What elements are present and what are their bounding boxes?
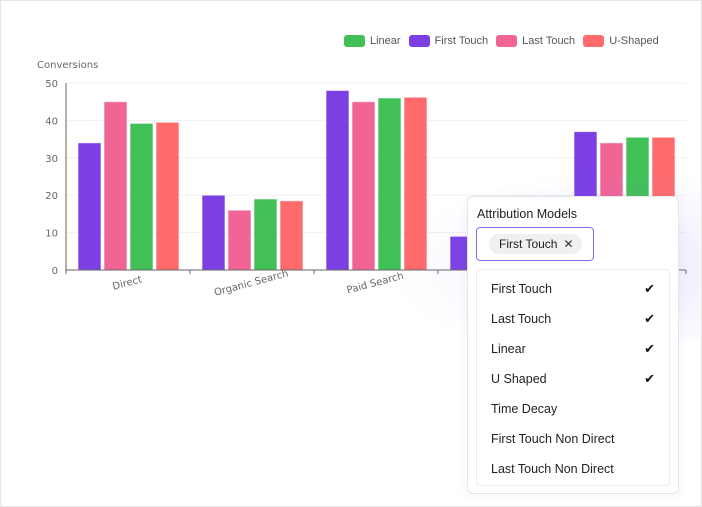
bar-last-touch-1[interactable]	[227, 209, 252, 271]
bar-last-touch-0[interactable]	[103, 101, 128, 271]
option-label: U Shaped	[491, 372, 547, 386]
y-tick-label: 20	[45, 191, 58, 202]
panel-title: Attribution Models	[477, 207, 578, 221]
selected-pill-first-touch: First Touch ✕	[489, 234, 582, 254]
bar-first-touch-0[interactable]	[77, 142, 102, 271]
bar-linear-1[interactable]	[253, 198, 278, 271]
attribution-model-select[interactable]: First Touch ✕	[476, 227, 594, 261]
x-tick-label: Paid Search	[346, 271, 405, 297]
bar-first-touch-2[interactable]	[325, 89, 350, 271]
option-time-decay[interactable]: Time Decay	[477, 394, 669, 424]
option-label: Last Touch	[491, 312, 552, 326]
x-tick-label: Organic Search	[213, 268, 290, 298]
check-icon: ✔	[644, 311, 655, 326]
check-icon: ✔	[644, 371, 655, 386]
bar-u-shaped-0[interactable]	[155, 121, 180, 271]
bar-last-touch-2[interactable]	[351, 101, 376, 271]
y-tick-label: 10	[45, 229, 58, 240]
bar-linear-2[interactable]	[377, 97, 402, 271]
y-tick-label: 40	[45, 116, 58, 127]
y-tick-label: 0	[52, 266, 58, 277]
option-label: Linear	[491, 342, 526, 356]
bar-u-shaped-2[interactable]	[403, 96, 428, 271]
option-label: Last Touch Non Direct	[491, 462, 614, 476]
y-tick-label: 50	[45, 79, 58, 90]
option-u-shaped[interactable]: U Shaped ✔	[477, 364, 669, 394]
option-last-touch[interactable]: Last Touch ✔	[477, 304, 669, 334]
options-list: First Touch ✔ Last Touch ✔ Linear ✔ U Sh…	[476, 269, 670, 486]
check-icon: ✔	[644, 341, 655, 356]
pill-label: First Touch	[499, 237, 558, 251]
bar-linear-0[interactable]	[129, 122, 154, 271]
y-tick-label: 30	[45, 154, 58, 165]
close-icon[interactable]: ✕	[563, 237, 573, 251]
option-last-touch-non-direct[interactable]: Last Touch Non Direct	[477, 454, 669, 484]
bar-u-shaped-1[interactable]	[279, 200, 304, 271]
option-label: Time Decay	[491, 402, 558, 416]
attribution-models-panel: Attribution Models First Touch ✕ First T…	[467, 196, 679, 494]
check-icon: ✔	[644, 281, 655, 296]
bar-first-touch-1[interactable]	[201, 194, 226, 271]
option-first-touch[interactable]: First Touch ✔	[477, 274, 669, 304]
y-axis-title: Conversions	[37, 60, 98, 71]
option-label: First Touch Non Direct	[491, 432, 615, 446]
x-tick-label: Direct	[111, 274, 143, 292]
option-label: First Touch	[491, 282, 552, 296]
option-linear[interactable]: Linear ✔	[477, 334, 669, 364]
option-first-touch-non-direct[interactable]: First Touch Non Direct	[477, 424, 669, 454]
